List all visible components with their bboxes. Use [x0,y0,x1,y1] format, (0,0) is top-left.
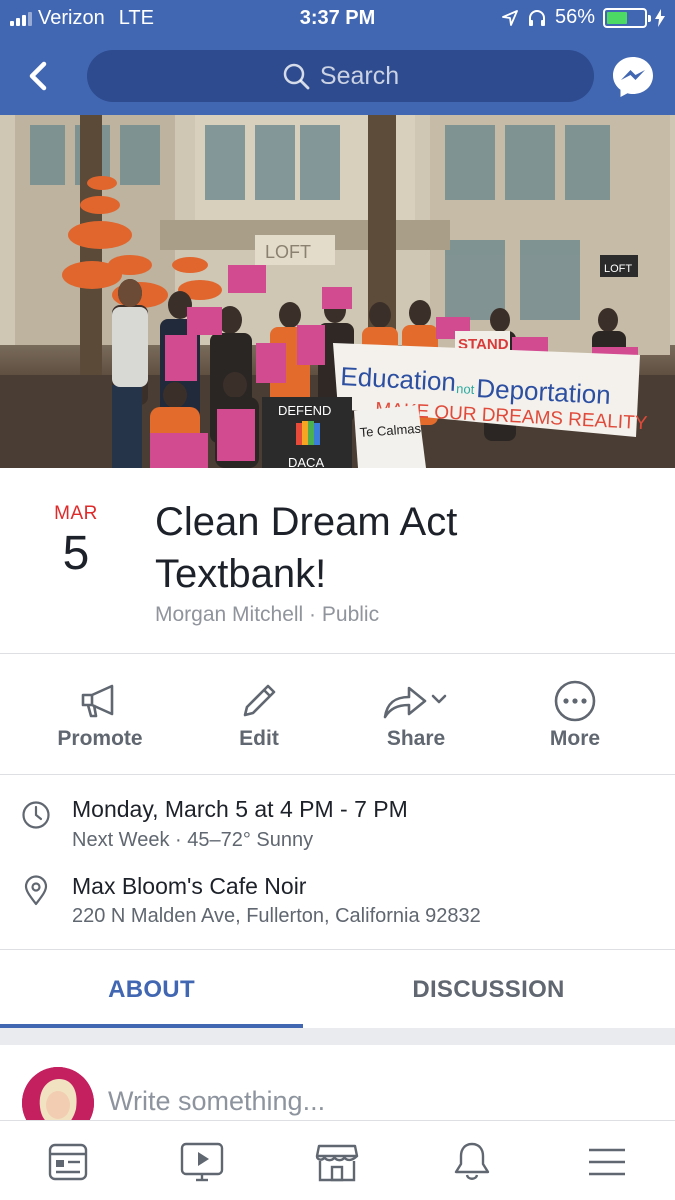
event-weather: Next Week · 45–72° Sunny [72,829,314,851]
divider [0,774,675,775]
defend-sign-text: DEFEND [278,403,331,418]
status-bar: Verizon LTE 3:37 PM 56% [0,0,675,38]
loft-sign-small-text: LOFT [604,263,632,275]
search-placeholder: Search [319,61,400,90]
edit-label: Edit [239,727,279,750]
section-separator [0,1028,675,1045]
promote-label: Promote [57,727,143,750]
battery-icon [603,7,651,28]
tab-marketplace[interactable] [312,1137,362,1187]
event-host-privacy[interactable]: Morgan Mitchell · Public [155,603,379,627]
messenger-button[interactable] [610,54,656,100]
charging-bolt-icon [655,8,665,27]
chevron-left-icon [29,61,47,91]
more-button[interactable]: More [505,678,645,751]
more-dots-icon [554,680,596,722]
divider [0,653,675,654]
tab-about[interactable]: ABOUT [0,950,303,1030]
search-input[interactable]: Search [87,50,594,102]
share-button[interactable]: Share [346,678,486,751]
tab-news-feed[interactable] [43,1137,93,1187]
write-something-input[interactable]: Write something... [108,1086,325,1117]
tab-watch[interactable] [177,1137,227,1187]
news-feed-icon [48,1143,88,1181]
tab-discussion[interactable]: DISCUSSION [337,950,640,1030]
watch-video-icon [180,1142,224,1182]
daca-sign-text: DACA [288,455,324,468]
megaphone-icon [81,684,114,718]
clock-icon [20,799,52,831]
share-label: Share [386,727,446,750]
event-venue[interactable]: Max Bloom's Cafe Noir [72,873,306,900]
event-day: 5 [62,527,90,580]
share-arrow-icon [383,686,447,719]
banner-education-text: Education [340,361,457,397]
loft-sign-text: LOFT [265,242,311,262]
banner-not-text: not [456,381,475,397]
cover-illustration: LOFT LOFT STAND Education not Deportatio… [0,115,675,468]
back-button[interactable] [20,56,56,96]
bottom-tab-bar [0,1120,675,1200]
more-label: More [549,727,601,750]
pencil-icon [243,684,276,717]
edit-button[interactable]: Edit [189,678,329,751]
event-cover-photo[interactable]: LOFT LOFT STAND Education not Deportatio… [0,115,675,468]
status-right: 56% [501,6,665,29]
event-address[interactable]: 220 N Malden Ave, Fullerton, California … [72,905,481,928]
event-title: Clean Dream Act Textbank! [155,496,635,600]
notifications-bell-icon [454,1142,490,1180]
event-title-line-2: Textbank! [155,552,327,596]
tab-menu[interactable] [582,1137,632,1187]
location-pin-icon [20,875,52,907]
location-arrow-icon [502,9,518,26]
chevron-down-icon [431,694,447,704]
event-title-line-1: Clean Dream Act [155,500,458,544]
messenger-icon [613,57,653,97]
marketplace-icon [315,1144,359,1182]
battery-percent: 56% [554,6,595,28]
headphones-icon [528,9,545,26]
top-navigation-bar: Search [0,38,675,115]
battery-level [607,11,628,24]
event-datetime[interactable]: Monday, March 5 at 4 PM - 7 PM [72,796,408,823]
promote-button[interactable]: Promote [30,678,170,751]
search-icon [283,63,310,90]
menu-icon [589,1148,625,1176]
event-month: MAR [54,503,98,524]
tab-notifications[interactable] [447,1137,497,1187]
